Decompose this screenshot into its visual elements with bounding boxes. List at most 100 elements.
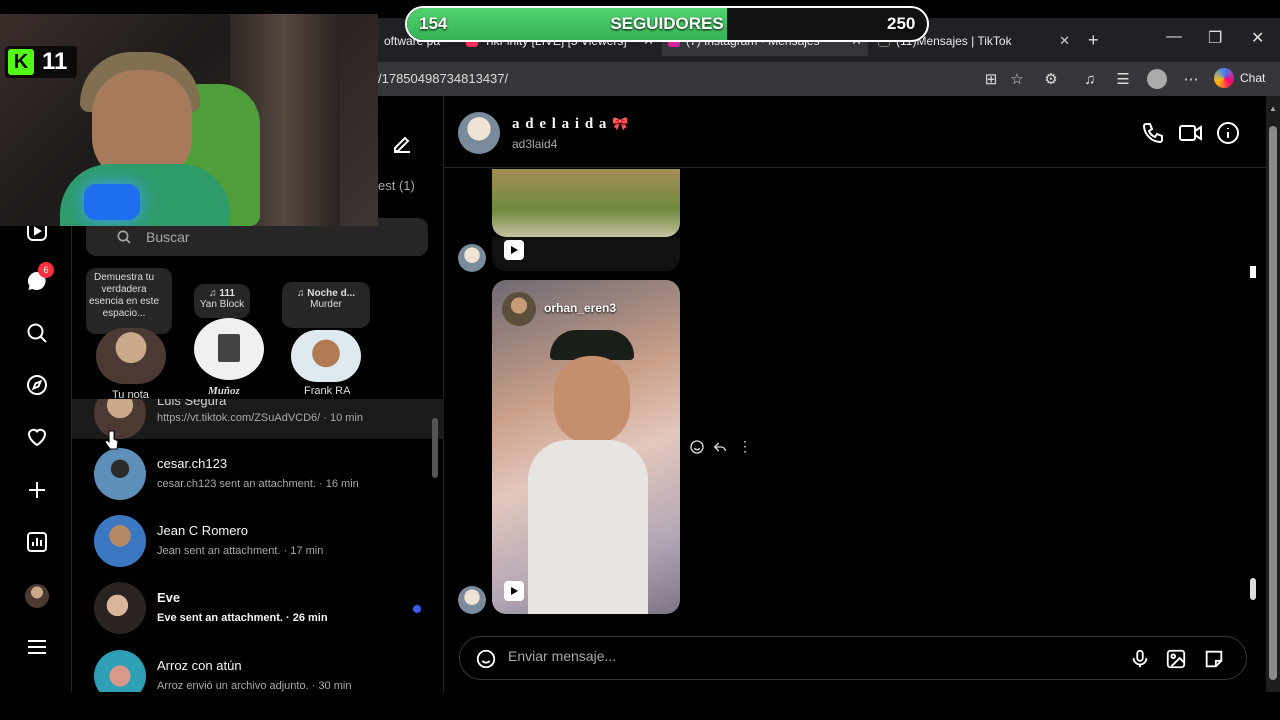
reel-play-icon[interactable] — [504, 240, 524, 260]
emoji-icon[interactable] — [474, 647, 498, 671]
close-icon[interactable]: ✕ — [1059, 33, 1070, 49]
sender-avatar — [458, 244, 486, 272]
compose-icon[interactable] — [390, 132, 414, 161]
reply-icon[interactable] — [712, 439, 728, 460]
copilot-label: Chat — [1240, 71, 1266, 85]
info-icon[interactable] — [1216, 121, 1240, 150]
profile-avatar[interactable] — [24, 583, 50, 609]
mouse-cursor-icon — [104, 430, 120, 455]
scrollbar-thumb[interactable] — [1269, 126, 1277, 680]
note-text: Demuestra tu verdadera esencia en este e… — [88, 272, 160, 319]
sticker-icon[interactable] — [1202, 647, 1226, 671]
url-text[interactable]: /17850498734813437/ — [378, 71, 508, 86]
chat-header: a d e l a i d a 🎀 ad3laid4 — [444, 96, 1266, 168]
thread-preview: Jean sent an attachment. · 17 min — [157, 545, 324, 557]
messenger-icon[interactable]: 6 — [24, 262, 54, 294]
create-plus-icon[interactable] — [24, 477, 50, 503]
followers-label: SEGUIDORES — [610, 14, 724, 33]
reel-shirt-shape — [528, 440, 648, 614]
favorites-icon[interactable]: ☰ — [1113, 69, 1133, 89]
thread-row[interactable]: Luis Segura https://vt.tiktok.com/ZSuAdV… — [72, 399, 444, 439]
note-bubble[interactable]: Demuestra tu verdadera esencia en este e… — [86, 268, 172, 334]
note-label: Frank RA — [304, 385, 351, 397]
thread-name: Jean C Romero — [157, 523, 249, 538]
new-tab-button[interactable]: + — [1088, 30, 1099, 51]
note-song: Noche d... — [307, 288, 356, 299]
note-artist: Murder — [310, 299, 342, 310]
thread-name: Eve — [157, 590, 181, 605]
note-avatar[interactable] — [194, 318, 264, 380]
requests-link[interactable]: est (1) — [378, 178, 415, 193]
note-music-bubble[interactable]: ♫ 111 Yan Block — [194, 284, 250, 318]
menu-hamburger-icon[interactable] — [24, 634, 50, 660]
reel-footer — [492, 237, 680, 271]
chat-title-text: a d e l a i d a — [512, 116, 608, 132]
microphone-icon[interactable] — [1128, 647, 1152, 671]
app-available-icon[interactable]: ⊞ — [981, 69, 1001, 89]
favorite-star-icon[interactable]: ☆ — [1007, 69, 1027, 89]
thread-preview: https://vt.tiktok.com/ZSuAdVCD6/ · 10 mi… — [157, 412, 364, 424]
kick-viewer-count: 11 — [42, 48, 68, 75]
thread-row[interactable]: Jean C Romero Jean sent an attachment. ·… — [72, 507, 444, 574]
copilot-chat-button[interactable]: Chat — [1214, 68, 1265, 88]
more-options-icon[interactable]: ⋮ — [738, 438, 752, 455]
page-scrollbar[interactable]: ▲ — [1266, 96, 1280, 692]
message-input[interactable] — [508, 648, 1068, 664]
heart-icon[interactable] — [24, 424, 50, 450]
profile-avatar[interactable] — [1147, 69, 1167, 89]
dashboard-icon[interactable] — [24, 529, 50, 555]
media-control-icon[interactable]: ♫ — [1080, 69, 1100, 89]
chat-avatar[interactable] — [458, 112, 500, 154]
chat-username: ad3laid4 — [512, 137, 558, 151]
message-composer — [459, 636, 1247, 680]
followers-goal-bar: 154 SEGUIDORES 250 — [405, 6, 929, 42]
phone-icon[interactable] — [1141, 121, 1165, 150]
thread-row[interactable]: cesar.ch123 cesar.ch123 sent an attachme… — [72, 440, 444, 507]
scroll-up-arrow[interactable]: ▲ — [1269, 104, 1277, 113]
note-avatar[interactable] — [96, 328, 166, 384]
explore-compass-icon[interactable] — [24, 372, 50, 398]
extensions-icon[interactable]: ⚙ — [1041, 69, 1061, 89]
search-icon — [116, 229, 132, 250]
thread-avatar — [94, 582, 146, 634]
reel-play-icon[interactable] — [504, 581, 524, 601]
reel-author-name: orhan_eren3 — [544, 301, 617, 315]
more-menu-icon[interactable]: ⋯ — [1181, 69, 1201, 89]
microphone-light-shape — [84, 184, 140, 220]
window-close-icon[interactable]: ✕ — [1251, 28, 1264, 48]
thread-avatar — [94, 650, 146, 692]
shared-reel-post[interactable]: orhan_eren3 — [492, 280, 680, 614]
note-song: 111 — [219, 288, 235, 299]
search-placeholder: Buscar — [146, 229, 190, 245]
note-music-bubble[interactable]: ♫ Noche d... Murder — [282, 282, 370, 328]
reel-author-avatar — [502, 292, 536, 326]
note-label: Muñoz — [208, 385, 240, 397]
thread-row[interactable]: Arroz con atún Arroz envió un archivo ad… — [72, 642, 444, 692]
search-icon[interactable] — [24, 320, 50, 346]
thread-row[interactable]: Eve Eve sent an attachment. · 26 min — [72, 574, 444, 641]
chat-scrollbar-top[interactable] — [1250, 266, 1256, 278]
inbox-scrollbar[interactable] — [432, 418, 438, 478]
thread-name: Arroz con atún — [157, 658, 242, 673]
notification-badge: 6 — [38, 262, 54, 278]
copilot-icon — [1214, 68, 1234, 88]
video-call-icon[interactable] — [1178, 121, 1204, 150]
kick-viewers-badge: K 11 — [5, 46, 77, 78]
thread-avatar — [94, 515, 146, 567]
shared-reel-thumbnail[interactable] — [492, 169, 680, 237]
thread-preview: Arroz envió un archivo adjunto. · 30 min — [157, 680, 352, 692]
chat-title[interactable]: a d e l a i d a 🎀 — [512, 116, 629, 133]
chat-scrollbar-thumb[interactable] — [1250, 578, 1256, 600]
thread-preview: cesar.ch123 sent an attachment. · 16 min — [157, 478, 359, 490]
chat-panel: a d e l a i d a 🎀 ad3laid4 orhan_eren3 ⋮… — [444, 96, 1266, 692]
minimize-icon[interactable]: — — [1166, 28, 1182, 46]
followers-goal: 250 — [887, 14, 916, 33]
image-upload-icon[interactable] — [1164, 647, 1188, 671]
restore-icon[interactable]: ❐ — [1208, 28, 1222, 48]
note-avatar[interactable] — [291, 330, 361, 382]
thread-avatar — [94, 448, 146, 500]
thread-name: cesar.ch123 — [157, 456, 228, 471]
bow-icon: 🎀 — [612, 116, 630, 131]
react-emoji-icon[interactable] — [689, 439, 705, 460]
kick-logo-icon: K — [8, 49, 34, 75]
